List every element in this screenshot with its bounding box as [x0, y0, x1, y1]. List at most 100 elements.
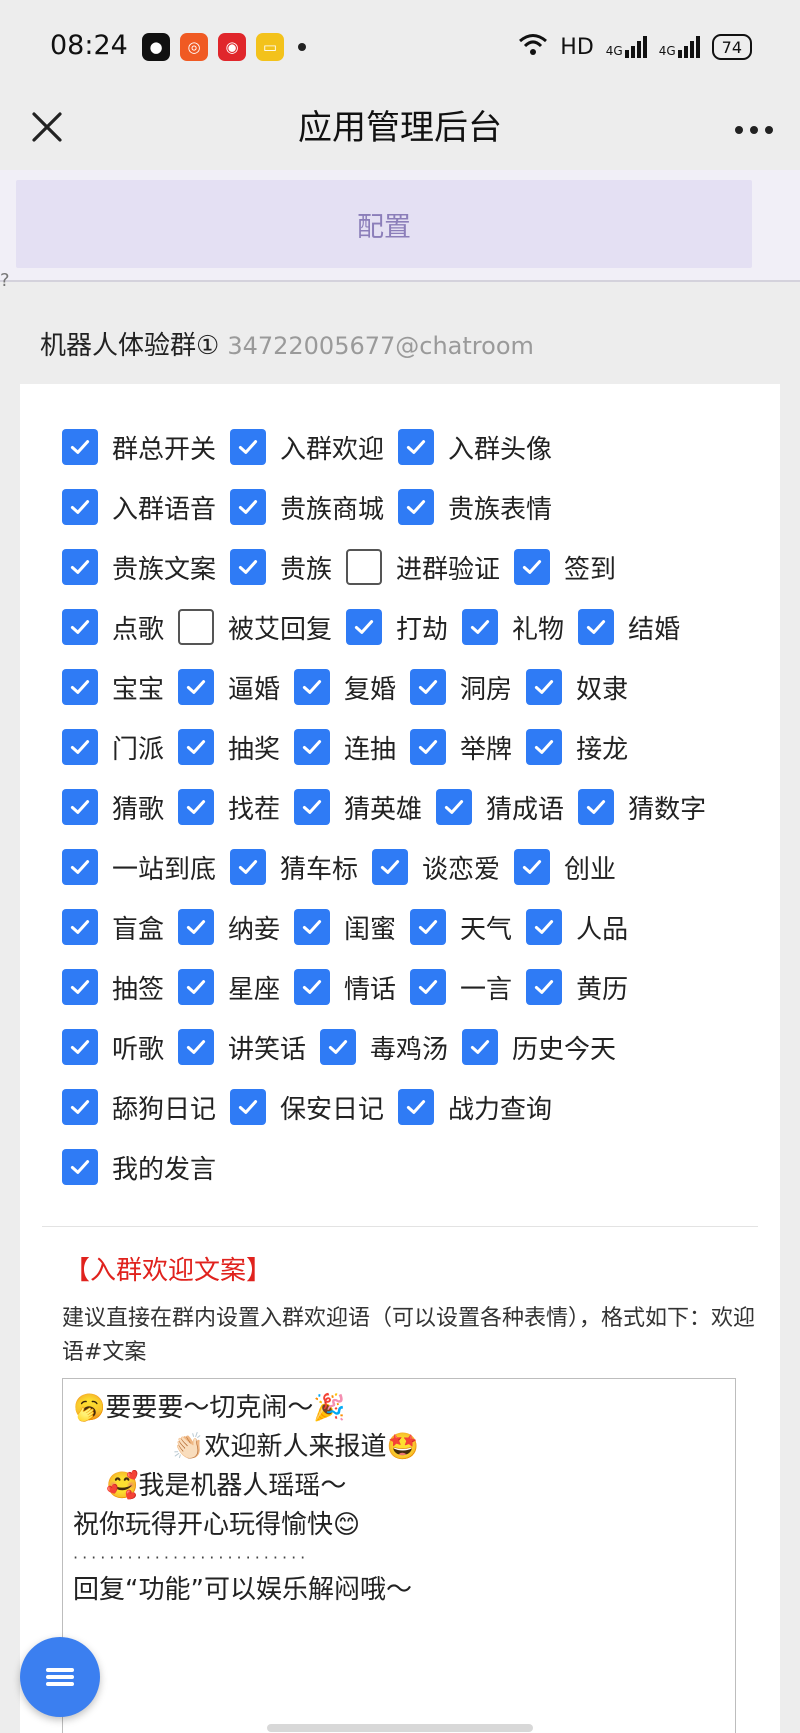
checkbox-checked-icon[interactable]: [62, 669, 98, 705]
checkbox-checked-icon[interactable]: [398, 429, 435, 465]
checkbox-checked-icon[interactable]: [62, 609, 98, 645]
checkbox-checked-icon[interactable]: [462, 609, 499, 645]
feature-checkbox[interactable]: 黄历: [526, 969, 628, 1006]
checkbox-checked-icon[interactable]: [230, 1089, 267, 1125]
checkbox-checked-icon[interactable]: [178, 729, 215, 765]
feature-checkbox[interactable]: 奴隶: [526, 669, 628, 706]
checkbox-checked-icon[interactable]: [62, 549, 98, 585]
feature-checkbox[interactable]: 创业: [514, 849, 616, 886]
feature-checkbox[interactable]: 猜英雄: [294, 789, 422, 826]
checkbox-checked-icon[interactable]: [398, 489, 435, 525]
checkbox-checked-icon[interactable]: [320, 1029, 357, 1065]
checkbox-checked-icon[interactable]: [462, 1029, 499, 1065]
checkbox-checked-icon[interactable]: [398, 1089, 435, 1125]
feature-checkbox[interactable]: 讲笑话: [178, 1029, 306, 1066]
feature-checkbox[interactable]: 举牌: [410, 729, 512, 766]
feature-checkbox[interactable]: 群总开关: [62, 429, 216, 466]
feature-checkbox[interactable]: 情话: [294, 969, 396, 1006]
feature-checkbox[interactable]: 找茬: [178, 789, 280, 826]
feature-checkbox[interactable]: 猜歌: [62, 789, 164, 826]
checkbox-checked-icon[interactable]: [178, 969, 215, 1005]
feature-checkbox[interactable]: 一言: [410, 969, 512, 1006]
feature-checkbox[interactable]: 天气: [410, 909, 512, 946]
checkbox-checked-icon[interactable]: [178, 669, 215, 705]
more-options-icon[interactable]: [734, 100, 774, 146]
feature-checkbox[interactable]: 听歌: [62, 1029, 164, 1066]
checkbox-checked-icon[interactable]: [526, 669, 563, 705]
feature-checkbox[interactable]: 贵族文案: [62, 549, 216, 586]
checkbox-checked-icon[interactable]: [294, 909, 331, 945]
feature-checkbox[interactable]: 洞房: [410, 669, 512, 706]
feature-checkbox[interactable]: 人品: [526, 909, 628, 946]
checkbox-checked-icon[interactable]: [178, 1029, 215, 1065]
config-button[interactable]: 配置: [16, 180, 752, 268]
checkbox-checked-icon[interactable]: [346, 609, 383, 645]
checkbox-checked-icon[interactable]: [294, 789, 331, 825]
checkbox-checked-icon[interactable]: [62, 789, 98, 825]
feature-checkbox[interactable]: 抽奖: [178, 729, 280, 766]
feature-checkbox[interactable]: 宝宝: [62, 669, 164, 706]
checkbox-checked-icon[interactable]: [62, 1029, 98, 1065]
checkbox-checked-icon[interactable]: [410, 969, 447, 1005]
checkbox-unchecked-icon[interactable]: [178, 609, 215, 645]
feature-checkbox[interactable]: 入群欢迎: [230, 429, 384, 466]
checkbox-checked-icon[interactable]: [514, 849, 551, 885]
checkbox-checked-icon[interactable]: [230, 849, 267, 885]
feature-checkbox[interactable]: 逼婚: [178, 669, 280, 706]
checkbox-checked-icon[interactable]: [410, 909, 447, 945]
feature-checkbox[interactable]: 贵族: [230, 549, 332, 586]
checkbox-checked-icon[interactable]: [62, 729, 98, 765]
feature-checkbox[interactable]: 结婚: [578, 609, 680, 646]
feature-checkbox[interactable]: 毒鸡汤: [320, 1029, 448, 1066]
checkbox-checked-icon[interactable]: [178, 909, 215, 945]
checkbox-checked-icon[interactable]: [526, 969, 563, 1005]
feature-checkbox[interactable]: 签到: [514, 549, 616, 586]
checkbox-checked-icon[interactable]: [578, 789, 615, 825]
welcome-text-input[interactable]: 🥱要要要～切克闹～🎉 👏🏻欢迎新人来报道🤩 🥰我是机器人瑶瑶～ 祝你玩得开心玩得愉…: [62, 1378, 736, 1733]
checkbox-checked-icon[interactable]: [62, 849, 98, 885]
feature-checkbox[interactable]: 闺蜜: [294, 909, 396, 946]
checkbox-checked-icon[interactable]: [62, 1149, 98, 1185]
checkbox-checked-icon[interactable]: [526, 729, 563, 765]
checkbox-checked-icon[interactable]: [436, 789, 473, 825]
feature-checkbox[interactable]: 入群头像: [398, 429, 552, 466]
feature-checkbox[interactable]: 猜车标: [230, 849, 358, 886]
feature-checkbox[interactable]: 进群验证: [346, 549, 500, 586]
feature-checkbox[interactable]: 门派: [62, 729, 164, 766]
menu-fab-button[interactable]: [20, 1637, 100, 1717]
feature-checkbox[interactable]: 被艾回复: [178, 609, 332, 646]
feature-checkbox[interactable]: 谈恋爱: [372, 849, 500, 886]
checkbox-checked-icon[interactable]: [62, 909, 98, 945]
feature-checkbox[interactable]: 礼物: [462, 609, 564, 646]
feature-checkbox[interactable]: 接龙: [526, 729, 628, 766]
checkbox-checked-icon[interactable]: [372, 849, 409, 885]
feature-checkbox[interactable]: 复婚: [294, 669, 396, 706]
checkbox-checked-icon[interactable]: [230, 489, 267, 525]
feature-checkbox[interactable]: 贵族表情: [398, 489, 552, 526]
checkbox-checked-icon[interactable]: [62, 969, 98, 1005]
feature-checkbox[interactable]: 历史今天: [462, 1029, 616, 1066]
feature-checkbox[interactable]: 猜数字: [578, 789, 706, 826]
feature-checkbox[interactable]: 贵族商城: [230, 489, 384, 526]
checkbox-checked-icon[interactable]: [294, 969, 331, 1005]
feature-checkbox[interactable]: 星座: [178, 969, 280, 1006]
feature-checkbox[interactable]: 舔狗日记: [62, 1089, 216, 1126]
feature-checkbox[interactable]: 抽签: [62, 969, 164, 1006]
feature-checkbox[interactable]: 连抽: [294, 729, 396, 766]
checkbox-checked-icon[interactable]: [578, 609, 615, 645]
feature-checkbox[interactable]: 一站到底: [62, 849, 216, 886]
feature-checkbox[interactable]: 战力查询: [398, 1089, 552, 1126]
feature-checkbox[interactable]: 保安日记: [230, 1089, 384, 1126]
feature-checkbox[interactable]: 猜成语: [436, 789, 564, 826]
feature-checkbox[interactable]: 我的发言: [62, 1149, 216, 1186]
checkbox-checked-icon[interactable]: [178, 789, 215, 825]
checkbox-checked-icon[interactable]: [62, 489, 98, 525]
checkbox-unchecked-icon[interactable]: [346, 549, 383, 585]
checkbox-checked-icon[interactable]: [230, 429, 267, 465]
checkbox-checked-icon[interactable]: [294, 729, 331, 765]
checkbox-checked-icon[interactable]: [294, 669, 331, 705]
feature-checkbox[interactable]: 纳妾: [178, 909, 280, 946]
checkbox-checked-icon[interactable]: [526, 909, 563, 945]
feature-checkbox[interactable]: 入群语音: [62, 489, 216, 526]
feature-checkbox[interactable]: 打劫: [346, 609, 448, 646]
